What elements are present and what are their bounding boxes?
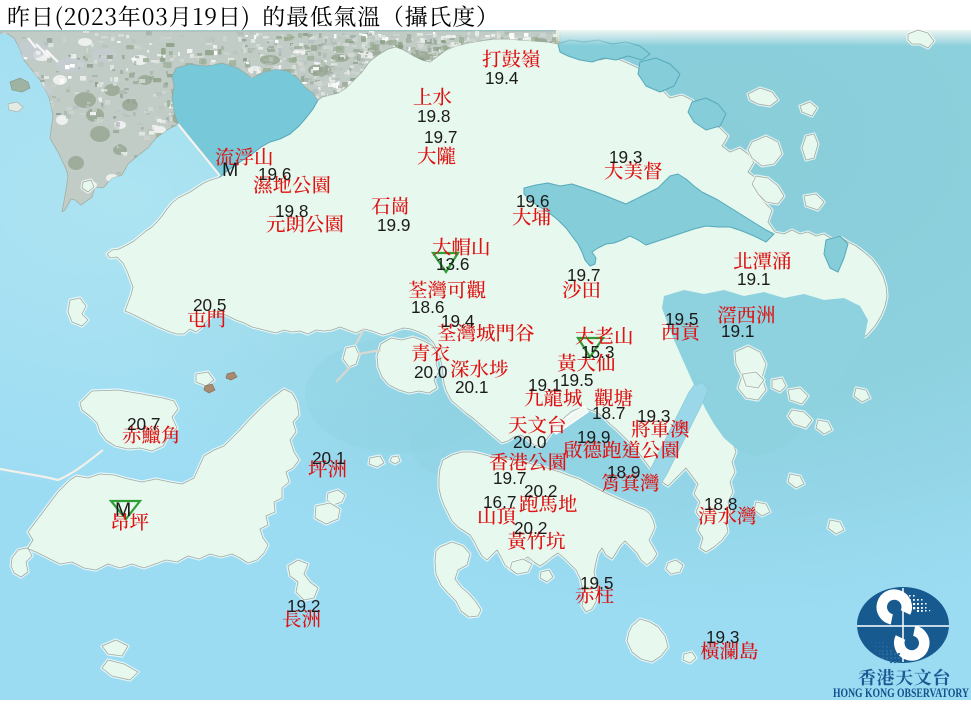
svg-text:19.2: 19.2 <box>287 596 320 616</box>
svg-text:20.5: 20.5 <box>193 295 226 315</box>
svg-text:20.0: 20.0 <box>414 362 447 382</box>
svg-text:19.3: 19.3 <box>637 406 670 426</box>
svg-text:19.5: 19.5 <box>560 370 593 390</box>
svg-text:M: M <box>115 499 131 521</box>
svg-text:18.8: 18.8 <box>704 494 737 514</box>
svg-text:19.1: 19.1 <box>721 321 754 341</box>
svg-text:18.9: 18.9 <box>607 462 640 482</box>
svg-text:20.1: 20.1 <box>312 448 345 468</box>
svg-text:19.7: 19.7 <box>424 127 457 147</box>
svg-text:20.2: 20.2 <box>524 481 557 501</box>
svg-text:20.7: 20.7 <box>127 414 160 434</box>
svg-text:13.6: 13.6 <box>436 254 469 274</box>
svg-text:19.3: 19.3 <box>609 147 642 167</box>
svg-text:19.4: 19.4 <box>485 68 519 88</box>
svg-text:20.2: 20.2 <box>514 518 547 538</box>
svg-text:18.6: 18.6 <box>411 297 444 317</box>
svg-text:19.1: 19.1 <box>737 269 770 289</box>
svg-text:15.3: 15.3 <box>581 342 614 362</box>
svg-text:19.8: 19.8 <box>275 201 308 221</box>
svg-text:HONG KONG OBSERVATORY: HONG KONG OBSERVATORY <box>833 686 969 700</box>
svg-text:M: M <box>222 159 238 181</box>
svg-text:19.4: 19.4 <box>441 311 475 331</box>
svg-text:19.1: 19.1 <box>528 375 561 395</box>
svg-text:19.9: 19.9 <box>377 215 410 235</box>
svg-text:20.1: 20.1 <box>455 377 488 397</box>
svg-text:19.5: 19.5 <box>665 309 698 329</box>
svg-text:16.7: 16.7 <box>483 492 516 512</box>
svg-text:20.0: 20.0 <box>513 432 546 452</box>
svg-text:18.7: 18.7 <box>592 403 625 423</box>
svg-text:19.7: 19.7 <box>493 468 526 488</box>
svg-text:19.5: 19.5 <box>580 573 613 593</box>
svg-text:19.6: 19.6 <box>516 191 549 211</box>
svg-text:19.3: 19.3 <box>706 627 739 647</box>
svg-text:19.6: 19.6 <box>258 164 291 184</box>
svg-text:19.8: 19.8 <box>417 106 450 126</box>
svg-text:19.7: 19.7 <box>567 265 600 285</box>
svg-text:19.9: 19.9 <box>577 427 610 447</box>
